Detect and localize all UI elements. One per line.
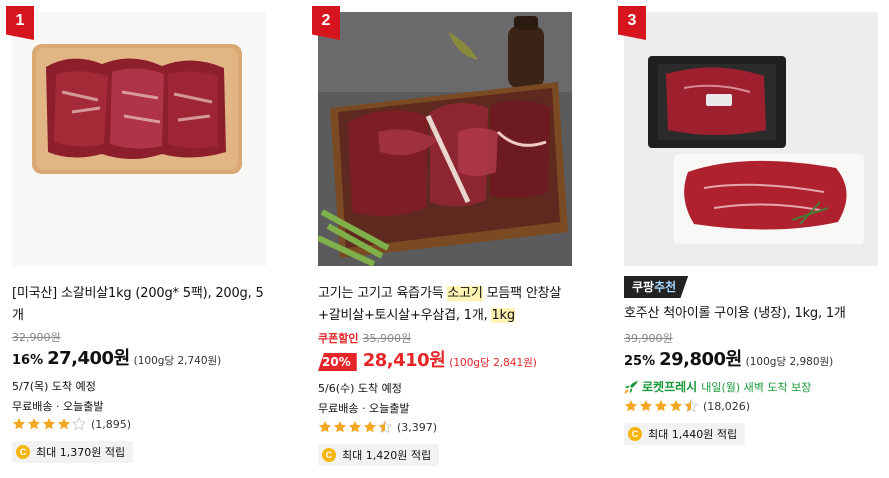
unit-price: (100g당 2,740원) bbox=[133, 355, 222, 367]
product-image[interactable] bbox=[12, 12, 266, 266]
price-meta: 쿠폰할인 35,900원 bbox=[318, 330, 411, 346]
rocket-icon bbox=[624, 380, 638, 394]
original-price: 35,900원 bbox=[362, 332, 412, 345]
shipping-info: 무료배송 · 오늘출발 bbox=[318, 402, 410, 415]
coupang-recommend-badge: 쿠팡추천 bbox=[624, 276, 689, 298]
sale-price: 27,400원 bbox=[47, 348, 130, 369]
title-highlight-2: 1kg bbox=[491, 308, 515, 323]
original-price: 39,900원 bbox=[624, 332, 673, 345]
original-price: 32,900원 bbox=[12, 331, 61, 344]
product-card-1[interactable]: 1 [미국산] 소갈비살1kg (200g* 5팩), 200g, 5개 32,… bbox=[0, 0, 274, 478]
meat-photo-icon bbox=[624, 12, 878, 266]
star-icon bbox=[42, 417, 56, 431]
unit-price: (100g당 2,841원) bbox=[449, 357, 537, 369]
shipping-info: 무료배송 · 오늘출발 bbox=[12, 400, 104, 413]
rocket-fresh-label: 로켓프레시 bbox=[642, 380, 698, 394]
title-text-1: 고기는 고기고 육즙가득 bbox=[318, 286, 448, 301]
star-icon bbox=[348, 420, 362, 434]
discount-rate: 16% bbox=[12, 353, 44, 368]
reward-badge: C 최대 1,440원 적립 bbox=[624, 423, 746, 445]
rating: (1,895) bbox=[12, 417, 131, 431]
star-icon bbox=[639, 399, 653, 413]
review-count: (18,026) bbox=[703, 399, 751, 413]
rank-badge: 2 bbox=[312, 6, 340, 40]
star-icon bbox=[12, 417, 26, 431]
reward-badge: C 최대 1,370원 적립 bbox=[12, 441, 134, 463]
coin-icon: C bbox=[16, 445, 30, 459]
product-title[interactable]: 고기는 고기고 육즙가득 소고기 모듬팩 안창살+갈비살+토시살+우삼겹, 1개… bbox=[318, 283, 578, 327]
star-empty-icon bbox=[72, 417, 86, 431]
badge-left: 쿠팡 bbox=[632, 280, 655, 294]
price-row: 16% 27,400원 (100g당 2,740원) bbox=[12, 344, 221, 370]
delivery-date: 5/6(수) 도착 예정 bbox=[318, 382, 402, 395]
coin-icon: C bbox=[322, 448, 336, 462]
meat-photo-icon bbox=[12, 12, 266, 266]
price-row: 20% 28,410원 (100g당 2,841원) bbox=[318, 346, 537, 372]
title-highlight-1: 소고기 bbox=[447, 286, 483, 301]
star-icon bbox=[669, 399, 683, 413]
delivery-date: 5/7(목) 도착 예정 bbox=[12, 380, 96, 393]
price-row: 25% 29,800원 (100g당 2,980원) bbox=[624, 345, 833, 371]
reward-text: 최대 1,440원 적립 bbox=[648, 428, 738, 441]
star-half-icon bbox=[684, 399, 698, 413]
rocket-fresh-delivery: 로켓프레시 내일(월) 새벽 도착 보장 bbox=[624, 378, 811, 395]
discount-rate: 20% bbox=[318, 353, 357, 371]
badge-right: 추천 bbox=[654, 280, 677, 294]
rank-badge: 3 bbox=[618, 6, 646, 40]
sale-price: 29,800원 bbox=[659, 349, 742, 370]
star-icon bbox=[624, 399, 638, 413]
review-count: (1,895) bbox=[91, 417, 132, 431]
star-icon bbox=[318, 420, 332, 434]
star-icon bbox=[27, 417, 41, 431]
reward-text: 최대 1,370원 적립 bbox=[36, 446, 126, 459]
rank-badge: 1 bbox=[6, 6, 34, 40]
rating: (3,397) bbox=[318, 420, 437, 434]
product-card-2[interactable]: 2 고기는 고기고 육즙가득 소고기 모듬팩 안창살+갈비살+토시살+우삼겹, … bbox=[306, 0, 580, 478]
product-image[interactable] bbox=[318, 12, 572, 266]
coupon-discount-label: 쿠폰할인 bbox=[318, 332, 359, 345]
star-half-icon bbox=[378, 420, 392, 434]
star-icon bbox=[363, 420, 377, 434]
product-card-3[interactable]: 3 쿠팡추천 호주산 척아이롤 구이용 (냉장), 1kg, 1개 39,900… bbox=[612, 0, 886, 478]
product-image[interactable] bbox=[624, 12, 878, 266]
star-icon bbox=[654, 399, 668, 413]
coin-icon: C bbox=[628, 427, 642, 441]
product-title[interactable]: 호주산 척아이롤 구이용 (냉장), 1kg, 1개 bbox=[624, 303, 884, 325]
title-text: 호주산 척아이롤 구이용 (냉장), 1kg, 1개 bbox=[624, 306, 846, 321]
sale-price: 28,410원 bbox=[362, 350, 446, 371]
star-icon bbox=[57, 417, 71, 431]
reward-badge: C 최대 1,420원 적립 bbox=[318, 444, 440, 466]
unit-price: (100g당 2,980원) bbox=[745, 356, 834, 368]
product-title[interactable]: [미국산] 소갈비살1kg (200g* 5팩), 200g, 5개 bbox=[12, 283, 272, 327]
star-icon bbox=[333, 420, 347, 434]
rating: (18,026) bbox=[624, 399, 750, 413]
meat-photo-icon bbox=[318, 12, 572, 266]
reward-text: 최대 1,420원 적립 bbox=[342, 449, 432, 462]
discount-rate: 25% bbox=[624, 354, 656, 369]
delivery-guarantee: 내일(월) 새벽 도착 보장 bbox=[701, 380, 812, 394]
review-count: (3,397) bbox=[397, 420, 438, 434]
title-text: [미국산] 소갈비살1kg (200g* 5팩), 200g, 5개 bbox=[12, 286, 264, 323]
